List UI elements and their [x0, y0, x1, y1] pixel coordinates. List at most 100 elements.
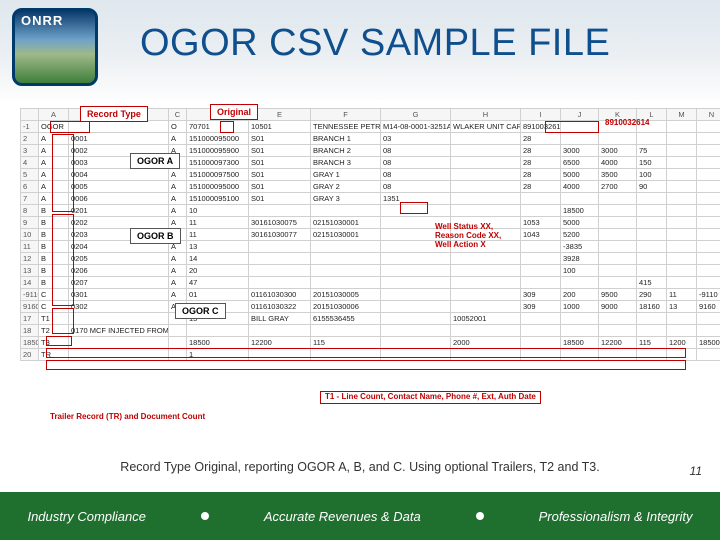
cell: 11: [187, 217, 249, 229]
callout-t1: T1 - Line Count, Contact Name, Phone #, …: [320, 391, 541, 404]
cell: 0004: [69, 169, 169, 181]
callout-trailer-doc: Trailer Record (TR) and Document Count: [50, 413, 205, 422]
cell: [637, 133, 667, 145]
col-header: [21, 109, 39, 121]
cell: -3835: [561, 241, 599, 253]
cell: [451, 205, 521, 217]
cell: 5000: [561, 169, 599, 181]
cell: [637, 325, 667, 337]
cell: 02151030001: [311, 229, 381, 241]
cell: GRAY 3: [311, 193, 381, 205]
table-row: 5A0004A151000097500S01GRAY 1082850003500…: [21, 169, 720, 181]
cell: GRAY 2: [311, 181, 381, 193]
cell: [697, 349, 720, 361]
cell: 01: [187, 289, 249, 301]
row-number: 8: [21, 205, 39, 217]
cell: [667, 169, 697, 181]
cell: S01: [249, 169, 311, 181]
cell: 0207: [69, 277, 169, 289]
cell: 30161030075: [249, 217, 311, 229]
table-row: 8B0201A1018500: [21, 205, 720, 217]
cell: 90: [637, 181, 667, 193]
cell: 08: [381, 157, 451, 169]
cell: [697, 277, 720, 289]
row-number: -1: [21, 121, 39, 133]
cell: 9000: [599, 301, 637, 313]
table-row: 18500T3185001220011520001850012200115120…: [21, 337, 720, 349]
row-number: 11: [21, 241, 39, 253]
table-row: 9160C0302A010116103032220151030006309100…: [21, 301, 720, 313]
cell: [69, 313, 169, 325]
header-banner: ONRR OGOR CSV SAMPLE FILE: [0, 0, 720, 100]
cell: [667, 277, 697, 289]
cell: S01: [249, 157, 311, 169]
table-row: 10B0203A11301610300770215103000110435200: [21, 229, 720, 241]
cell: [521, 325, 561, 337]
cell: [249, 253, 311, 265]
cell: A: [169, 265, 187, 277]
cell: [381, 337, 451, 349]
col-header: N: [697, 109, 720, 121]
cell: [599, 253, 637, 265]
table-row: 9B0202A11301610300750215103000110535000: [21, 217, 720, 229]
row-number: 4: [21, 157, 39, 169]
cell: [249, 277, 311, 289]
cell: [637, 313, 667, 325]
cell: [697, 241, 720, 253]
label-ogor-c: OGOR C: [175, 303, 226, 319]
cell: 309: [521, 301, 561, 313]
cell: [599, 133, 637, 145]
cell: 18500: [561, 205, 599, 217]
cell: 3000: [561, 145, 599, 157]
cell: [521, 313, 561, 325]
cell: [697, 181, 720, 193]
cell: BRANCH 1: [311, 133, 381, 145]
cell: [521, 193, 561, 205]
cell: 70701: [187, 121, 249, 133]
cell: 0302: [69, 301, 169, 313]
cell: A: [169, 277, 187, 289]
cell: [381, 253, 451, 265]
cell: [599, 277, 637, 289]
cell: [187, 325, 249, 337]
col-header: M: [667, 109, 697, 121]
cell: [697, 169, 720, 181]
cell: 12200: [599, 337, 637, 349]
col-header: J: [561, 109, 599, 121]
table-row: 2A0001A151000095000S01BRANCH 103282000: [21, 133, 720, 145]
row-number: 18500: [21, 337, 39, 349]
cell: [599, 325, 637, 337]
row-number: 9: [21, 217, 39, 229]
footer-right: Professionalism & Integrity: [539, 509, 693, 524]
cell: 20151030005: [311, 289, 381, 301]
highlight-record-type-cell: [50, 121, 90, 133]
cell: [451, 193, 521, 205]
cell: 151000095000: [187, 181, 249, 193]
table-row: 17T115BILL GRAY615553645510052001: [21, 313, 720, 325]
cell: [599, 217, 637, 229]
cell: 1200: [667, 337, 697, 349]
cell: 0206: [69, 265, 169, 277]
cell: 415: [637, 277, 667, 289]
cell: 08: [381, 145, 451, 157]
table-row: 18T20170 MCF INJECTED FROM OFF LEASE SOU…: [21, 325, 720, 337]
onrr-logo: ONRR: [12, 8, 98, 86]
cell: 3500: [599, 169, 637, 181]
cell: [637, 229, 667, 241]
cell: A: [169, 193, 187, 205]
cell: 9160: [697, 301, 720, 313]
col-header: F: [311, 109, 381, 121]
row-number: 12: [21, 253, 39, 265]
cell: 18500: [697, 337, 720, 349]
cell: [667, 325, 697, 337]
cell: [451, 289, 521, 301]
cell: BRANCH 3: [311, 157, 381, 169]
cell: S01: [249, 193, 311, 205]
cell: 0170 MCF INJECTED FROM OFF LEASE SOURCES…: [69, 325, 169, 337]
cell: 11: [187, 229, 249, 241]
callout-well-status: Well Status XX, Reason Code XX, Well Act…: [435, 223, 505, 249]
table-row: 13B0206A20100: [21, 265, 720, 277]
cell: 151000095100: [187, 193, 249, 205]
table-row: 11B0204A13-3835: [21, 241, 720, 253]
table-row: -9110C0301A01011610303002015103000530920…: [21, 289, 720, 301]
